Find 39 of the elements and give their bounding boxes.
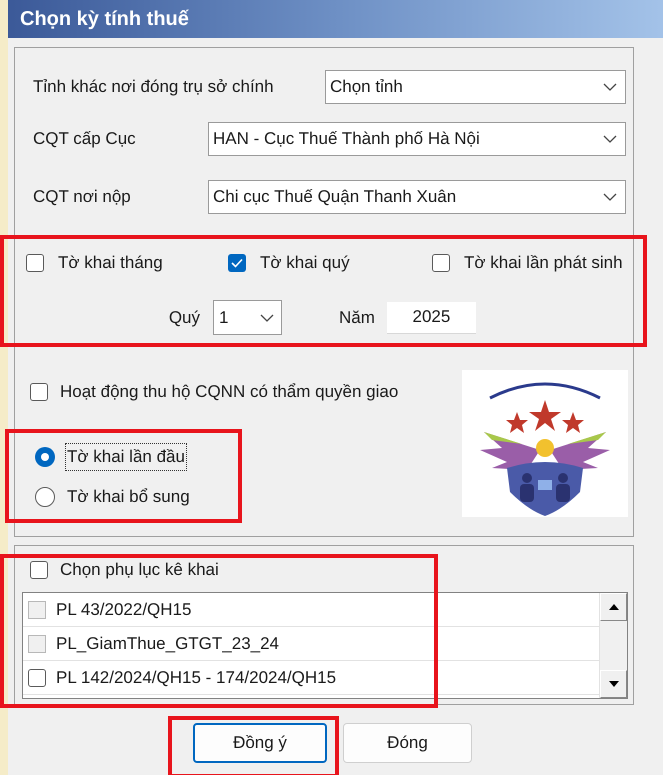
dropdown[interactable]: Chi cục Thuế Quận Thanh Xuân bbox=[208, 180, 626, 214]
radio-button[interactable] bbox=[35, 487, 55, 507]
field-label: CQT nơi nộp bbox=[33, 186, 132, 208]
field-label: Tỉnh khác nơi đóng trụ sở chính bbox=[33, 76, 275, 98]
checkbox[interactable] bbox=[30, 383, 48, 401]
chevron-down-icon bbox=[260, 314, 274, 322]
scrollbar[interactable] bbox=[599, 593, 627, 698]
radio-label: Tờ khai bổ sung bbox=[66, 486, 191, 508]
checkbox[interactable] bbox=[228, 254, 246, 272]
window-title: Chọn kỳ tính thuế bbox=[20, 7, 189, 32]
checkbox-label: Tờ khai tháng bbox=[58, 252, 163, 274]
dropdown[interactable]: HAN - Cục Thuế Thành phố Hà Nội bbox=[208, 122, 626, 156]
dialog-button[interactable]: Đóng bbox=[343, 723, 472, 763]
scroll-down-button[interactable] bbox=[600, 670, 627, 698]
check-icon bbox=[231, 258, 243, 268]
checkbox[interactable] bbox=[26, 254, 44, 272]
checkbox[interactable] bbox=[30, 561, 48, 579]
dialog-button[interactable]: Đồng ý bbox=[193, 723, 327, 763]
radio-button[interactable] bbox=[35, 447, 55, 467]
field-label: CQT cấp Cục bbox=[33, 128, 137, 150]
scroll-up-button[interactable] bbox=[600, 593, 627, 621]
chevron-down-icon bbox=[603, 83, 617, 91]
checkbox-label: Tờ khai quý bbox=[260, 252, 350, 274]
checkbox[interactable] bbox=[28, 668, 46, 686]
year-label: Năm bbox=[339, 306, 375, 329]
dropdown[interactable]: Chọn tỉnh bbox=[325, 70, 626, 104]
checkbox-label: Tờ khai lần phát sinh bbox=[464, 252, 623, 274]
year-input[interactable]: 2025 bbox=[386, 302, 476, 334]
chevron-down-icon bbox=[603, 135, 617, 143]
down-arrow-icon bbox=[608, 681, 618, 687]
checkbox-label: Hoạt động thu hộ CQNN có thẩm quyền giao bbox=[60, 381, 398, 404]
up-arrow-icon bbox=[608, 604, 618, 610]
quarter-label: Quý bbox=[168, 306, 200, 329]
checkbox-label: Chọn phụ lục kê khai bbox=[60, 559, 219, 582]
checkbox[interactable] bbox=[432, 254, 450, 272]
quarter-dropdown[interactable]: 1 bbox=[213, 300, 282, 335]
radio-label: Tờ khai lần đầu bbox=[65, 443, 187, 471]
chevron-down-icon bbox=[603, 193, 617, 201]
list-item[interactable]: PL 142/2024/QH15 - 174/2024/QH15 bbox=[23, 661, 599, 695]
